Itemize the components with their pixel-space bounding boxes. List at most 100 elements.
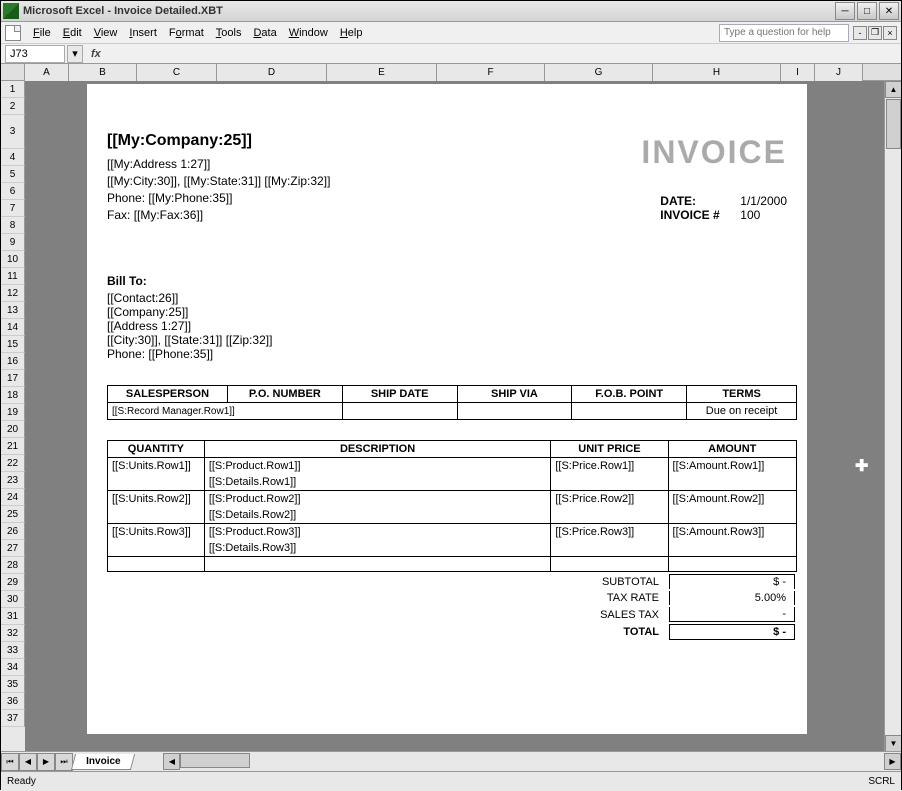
scroll-right-button[interactable]: ▶ bbox=[884, 753, 901, 770]
bt-contact: [[Contact:26]] bbox=[107, 291, 787, 305]
cells-area[interactable]: INVOICE [[My:Company:25]] [[My:Address 1… bbox=[25, 81, 901, 751]
row-header-18[interactable]: 18 bbox=[1, 387, 25, 404]
col-header-B[interactable]: B bbox=[69, 64, 137, 81]
row-header-5[interactable]: 5 bbox=[1, 166, 25, 183]
scroll-thumb-v[interactable] bbox=[886, 99, 901, 149]
row-header-30[interactable]: 30 bbox=[1, 591, 25, 608]
row-header-28[interactable]: 28 bbox=[1, 557, 25, 574]
menu-view[interactable]: View bbox=[88, 25, 124, 41]
window-title: Microsoft Excel - Invoice Detailed.XBT bbox=[23, 5, 835, 17]
scroll-left-button[interactable]: ◀ bbox=[163, 753, 180, 770]
minimize-button[interactable]: ─ bbox=[835, 2, 855, 20]
row-header-35[interactable]: 35 bbox=[1, 676, 25, 693]
document-icon[interactable] bbox=[5, 25, 21, 41]
col-header-A[interactable]: A bbox=[25, 64, 69, 81]
prod-3: [[S:Product.Row3]] bbox=[204, 524, 551, 541]
menu-data[interactable]: Data bbox=[247, 25, 282, 41]
prod-2: [[S:Product.Row2]] bbox=[204, 491, 551, 508]
row-header-1[interactable]: 1 bbox=[1, 81, 25, 98]
row-header-9[interactable]: 9 bbox=[1, 234, 25, 251]
menu-edit[interactable]: Edit bbox=[57, 25, 88, 41]
menu-tools[interactable]: Tools bbox=[210, 25, 248, 41]
col-header-F[interactable]: F bbox=[437, 64, 545, 81]
menu-file[interactable]: File bbox=[27, 25, 57, 41]
row-header-2[interactable]: 2 bbox=[1, 98, 25, 115]
row-header-15[interactable]: 15 bbox=[1, 336, 25, 353]
row-header-13[interactable]: 13 bbox=[1, 302, 25, 319]
row-header-31[interactable]: 31 bbox=[1, 608, 25, 625]
row-header-19[interactable]: 19 bbox=[1, 404, 25, 421]
row-header-26[interactable]: 26 bbox=[1, 523, 25, 540]
maximize-button[interactable]: □ bbox=[857, 2, 877, 20]
tab-nav-first[interactable]: ⏮ bbox=[1, 753, 19, 771]
row-header-34[interactable]: 34 bbox=[1, 659, 25, 676]
th-fob: F.O.B. POINT bbox=[572, 386, 687, 403]
row-header-37[interactable]: 37 bbox=[1, 710, 25, 727]
row-header-16[interactable]: 16 bbox=[1, 353, 25, 370]
sheet-tab-invoice[interactable]: Invoice bbox=[71, 754, 136, 770]
row-header-33[interactable]: 33 bbox=[1, 642, 25, 659]
name-box[interactable]: J73 bbox=[5, 45, 65, 63]
row-header-3[interactable]: 3 bbox=[1, 115, 25, 149]
col-header-J[interactable]: J bbox=[815, 64, 863, 81]
cell-cursor-icon: ✚ bbox=[855, 456, 871, 472]
row-header-12[interactable]: 12 bbox=[1, 285, 25, 302]
row-header-36[interactable]: 36 bbox=[1, 693, 25, 710]
row-header-25[interactable]: 25 bbox=[1, 506, 25, 523]
col-header-G[interactable]: G bbox=[545, 64, 653, 81]
row-header-14[interactable]: 14 bbox=[1, 319, 25, 336]
amt-2: [[S:Amount.Row2]] bbox=[668, 491, 796, 508]
row-header-11[interactable]: 11 bbox=[1, 268, 25, 285]
menu-help[interactable]: Help bbox=[334, 25, 369, 41]
formula-input[interactable] bbox=[109, 45, 897, 63]
det-2: [[S:Details.Row2]] bbox=[204, 507, 551, 524]
scroll-down-button[interactable]: ▼ bbox=[885, 735, 901, 751]
tab-nav-prev[interactable]: ◀ bbox=[19, 753, 37, 771]
bill-to-block: Bill To: [[Contact:26]] [[Company:25]] [… bbox=[107, 274, 787, 361]
row-header-4[interactable]: 4 bbox=[1, 149, 25, 166]
th-amount: AMOUNT bbox=[668, 441, 796, 458]
row-header-23[interactable]: 23 bbox=[1, 472, 25, 489]
doc-restore-button[interactable]: ❐ bbox=[868, 26, 882, 40]
row-header-29[interactable]: 29 bbox=[1, 574, 25, 591]
td-salesperson: [[S:Record Manager.Row1]] bbox=[108, 403, 343, 420]
row-header-21[interactable]: 21 bbox=[1, 438, 25, 455]
menu-insert[interactable]: Insert bbox=[123, 25, 163, 41]
scroll-up-button[interactable]: ▲ bbox=[885, 81, 901, 98]
row-header-7[interactable]: 7 bbox=[1, 200, 25, 217]
th-terms: TERMS bbox=[687, 386, 797, 403]
select-all-corner[interactable] bbox=[1, 64, 25, 81]
close-button[interactable]: ✕ bbox=[879, 2, 899, 20]
row-header-6[interactable]: 6 bbox=[1, 183, 25, 200]
totals-block: SUBTOTAL$ - TAX RATE5.00% SALES TAX- TOT… bbox=[107, 572, 797, 642]
horizontal-scrollbar[interactable]: ◀ ▶ bbox=[163, 753, 901, 770]
col-header-I[interactable]: I bbox=[781, 64, 815, 81]
line-items-table: QUANTITY DESCRIPTION UNIT PRICE AMOUNT [… bbox=[107, 440, 797, 572]
row-header-20[interactable]: 20 bbox=[1, 421, 25, 438]
vertical-scrollbar[interactable]: ▲ ▼ bbox=[884, 81, 901, 751]
subtotal-value: $ - bbox=[669, 574, 795, 589]
name-box-dropdown[interactable]: ▾ bbox=[67, 45, 83, 63]
td-terms: Due on receipt bbox=[687, 403, 797, 420]
row-header-8[interactable]: 8 bbox=[1, 217, 25, 234]
fx-icon[interactable]: fx bbox=[91, 48, 101, 60]
row-header-10[interactable]: 10 bbox=[1, 251, 25, 268]
doc-minimize-button[interactable]: - bbox=[853, 26, 867, 40]
col-header-C[interactable]: C bbox=[137, 64, 217, 81]
doc-close-button[interactable]: × bbox=[883, 26, 897, 40]
help-search-input[interactable] bbox=[719, 24, 849, 42]
row-header-24[interactable]: 24 bbox=[1, 489, 25, 506]
row-header-17[interactable]: 17 bbox=[1, 370, 25, 387]
col-header-D[interactable]: D bbox=[217, 64, 327, 81]
col-header-E[interactable]: E bbox=[327, 64, 437, 81]
tab-nav-next[interactable]: ▶ bbox=[37, 753, 55, 771]
td-shipvia bbox=[457, 403, 572, 420]
scroll-thumb-h[interactable] bbox=[180, 753, 250, 768]
col-header-H[interactable]: H bbox=[653, 64, 781, 81]
row-header-32[interactable]: 32 bbox=[1, 625, 25, 642]
menu-format[interactable]: Format bbox=[163, 25, 210, 41]
formula-bar: J73 ▾ fx bbox=[1, 44, 901, 64]
row-header-22[interactable]: 22 bbox=[1, 455, 25, 472]
row-header-27[interactable]: 27 bbox=[1, 540, 25, 557]
menu-window[interactable]: Window bbox=[283, 25, 334, 41]
